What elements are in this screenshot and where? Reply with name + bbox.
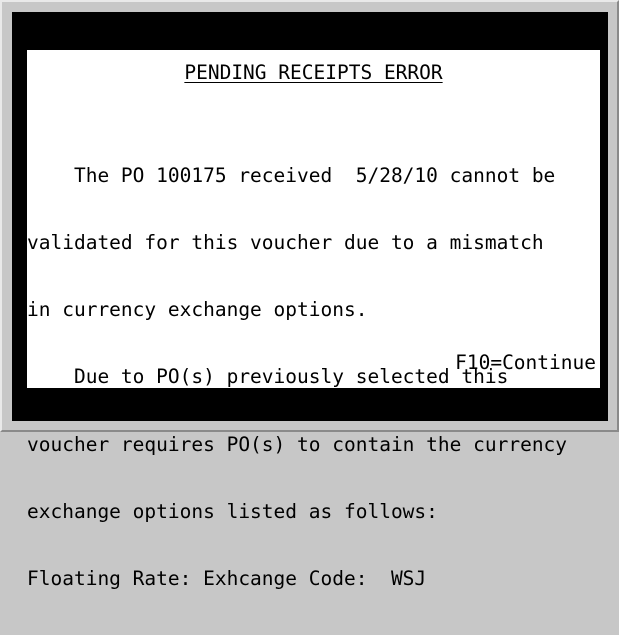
message-line: voucher requires PO(s) to contain the cu… [27, 433, 568, 456]
message-line: in currency exchange options. [27, 299, 368, 322]
screen-frame: PENDING RECEIPTS ERROR The PO 100175 rec… [0, 0, 619, 590]
error-message: The PO 100175 received 5/28/10 cannot be… [27, 120, 600, 635]
message-line: Floating Rate: Exhcange Code: WSJ [27, 568, 427, 591]
message-line: validated for this voucher due to a mism… [27, 232, 544, 255]
dialog-title: PENDING RECEIPTS ERROR [184, 61, 443, 84]
continue-button[interactable]: F10=Continue [455, 352, 596, 374]
error-dialog: PENDING RECEIPTS ERROR The PO 100175 rec… [26, 49, 601, 590]
message-line: The PO 100175 received 5/28/10 cannot be [27, 164, 556, 187]
message-line: exchange options listed as follows: [27, 500, 438, 523]
